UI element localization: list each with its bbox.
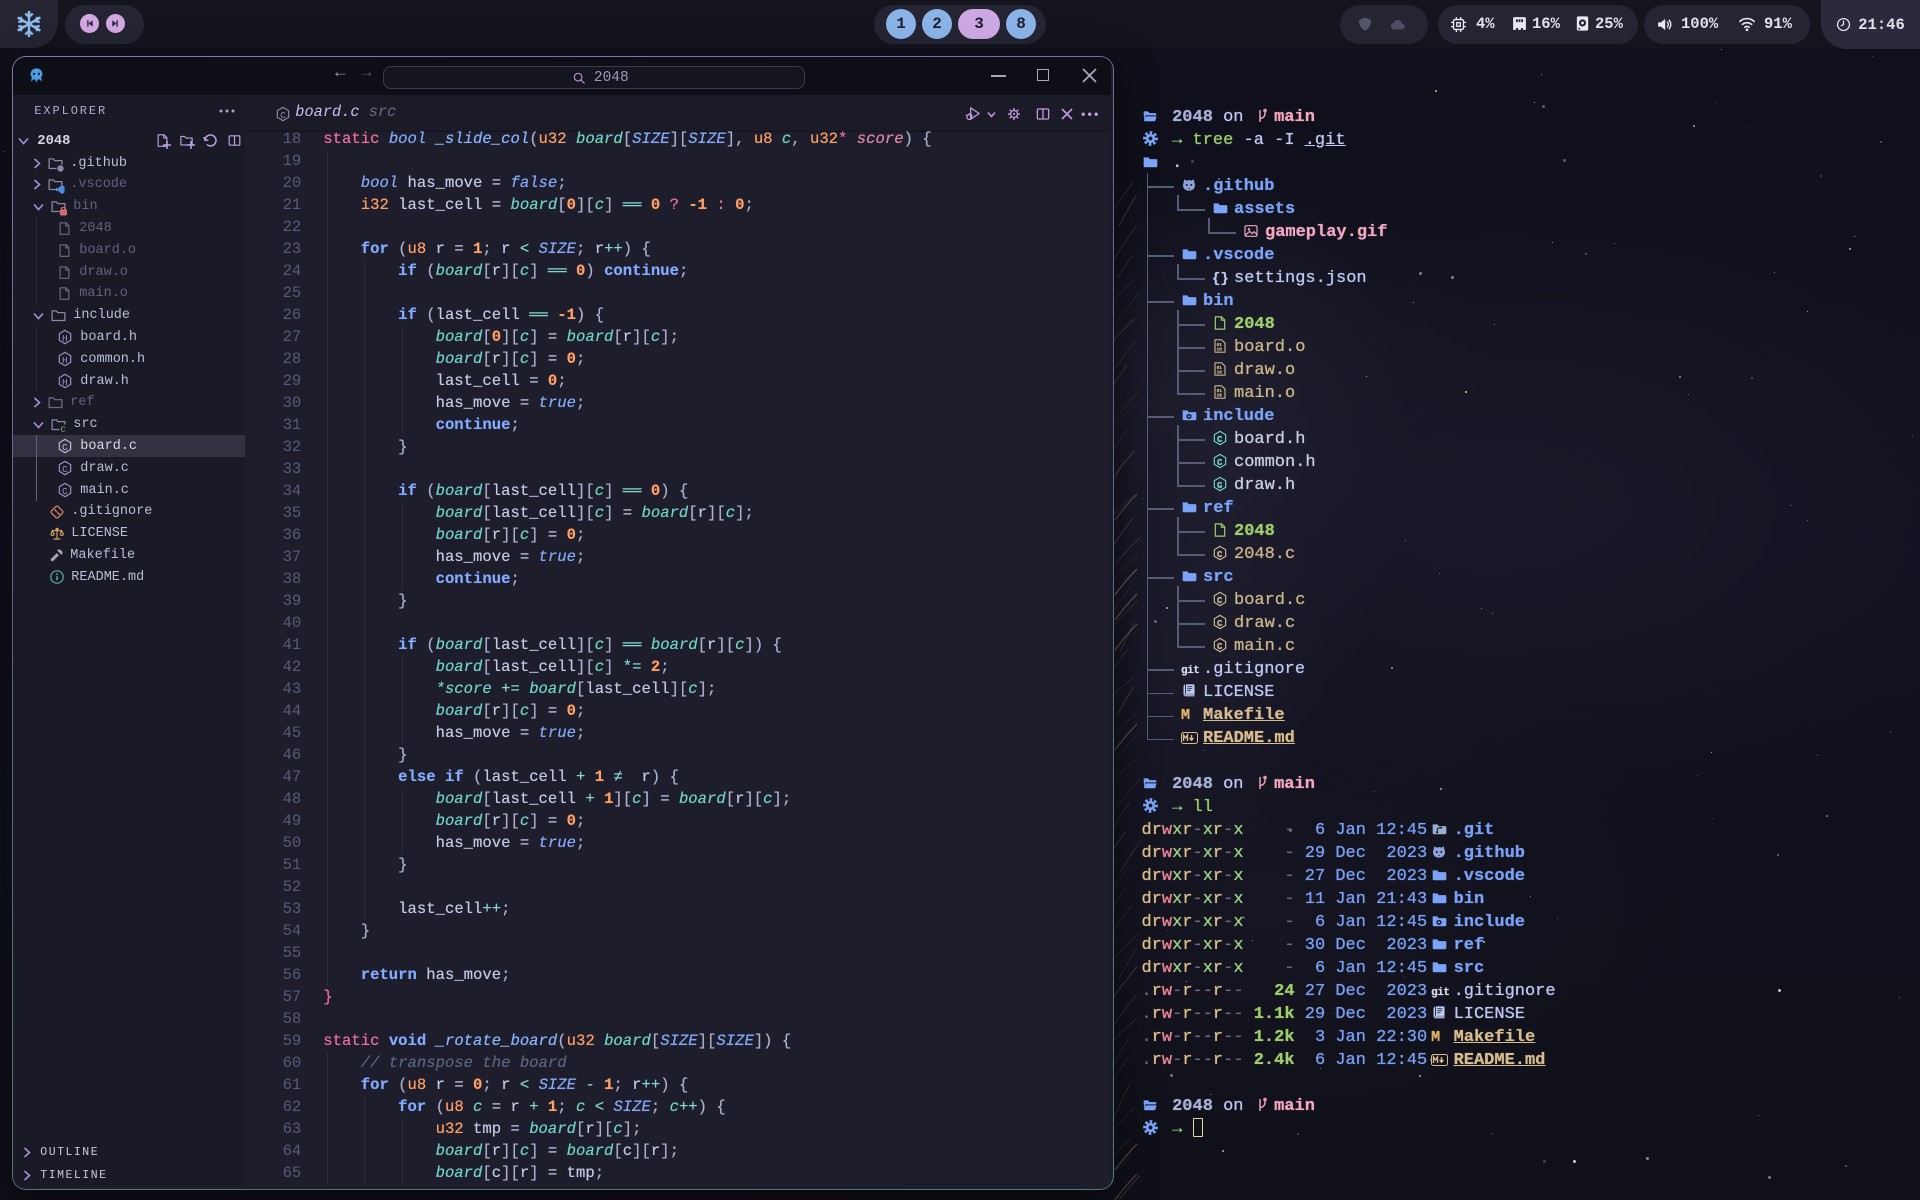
svg-text:C: C	[62, 442, 68, 453]
svg-text:C: C	[1217, 458, 1223, 468]
svg-text:C: C	[1217, 481, 1223, 491]
svg-text:C: C	[1217, 642, 1223, 652]
svg-text:C: C	[62, 486, 68, 497]
svg-text:C: C	[1217, 435, 1223, 445]
svg-text:H: H	[62, 355, 68, 366]
svg-text:H: H	[62, 377, 68, 388]
svg-text:C: C	[1217, 550, 1223, 560]
svg-text:C: C	[1217, 619, 1223, 629]
svg-text:H: H	[62, 333, 68, 344]
svg-text:C: C	[61, 425, 66, 434]
svg-text:C: C	[62, 464, 68, 475]
svg-text:C: C	[280, 110, 286, 121]
svg-text:C: C	[1217, 596, 1223, 606]
